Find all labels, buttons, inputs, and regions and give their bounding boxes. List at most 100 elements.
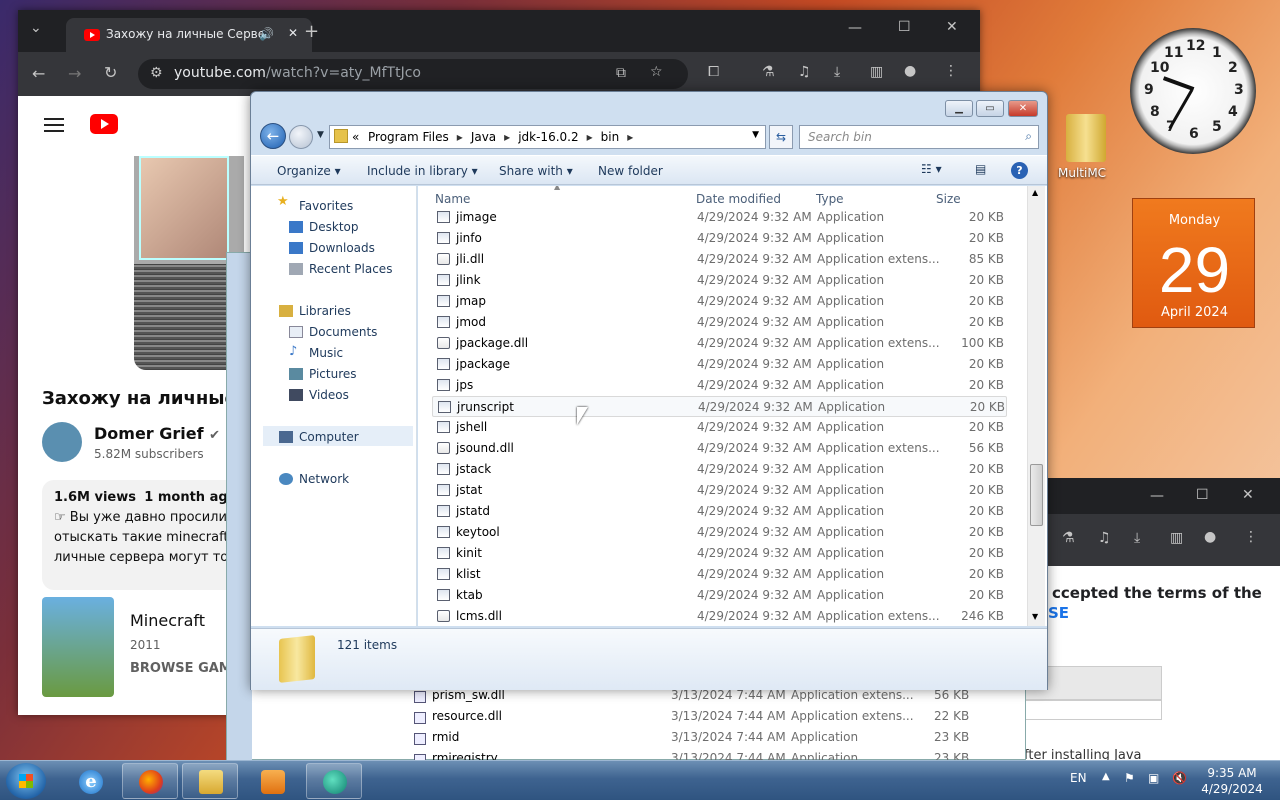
taskbar-firefox[interactable] xyxy=(122,763,178,799)
back-button[interactable]: ← xyxy=(260,123,286,149)
network-tray-icon[interactable]: ▣ xyxy=(1148,771,1159,785)
nav-computer[interactable]: Computer xyxy=(299,430,359,444)
multimc-label[interactable]: MultiMC xyxy=(1058,166,1106,180)
breadcrumb-prefix[interactable]: « xyxy=(352,130,359,144)
nav-network[interactable]: Network xyxy=(299,472,349,486)
tab-close-icon[interactable]: ✕ xyxy=(288,26,298,40)
crumb-program-files[interactable]: Program Files xyxy=(368,130,449,144)
file-row[interactable]: jsound.dll 4/29/2024 9:32 AM Application e… xyxy=(432,438,1007,459)
maximize-icon[interactable]: ☐ xyxy=(898,19,911,35)
hamburger-menu-icon[interactable] xyxy=(44,118,64,132)
refresh-button[interactable]: ⇆ xyxy=(769,125,793,149)
tab-search-icon[interactable]: ⌄ xyxy=(30,20,42,36)
address-bar[interactable]: « Program Files ▸ Java ▸ jdk-16.0.2 ▸ bin ▸ ▼ xyxy=(329,125,766,149)
media-control-icon[interactable]: ♫ xyxy=(1098,530,1111,546)
address-bar[interactable]: ⚙ youtube.com/watch?v=aty_MfTtJco ⧉ ☆ xyxy=(138,59,688,89)
crumb-java[interactable]: Java xyxy=(471,130,496,144)
nav-favorites[interactable]: Favorites xyxy=(299,199,353,213)
file-row[interactable]: jrunscript 4/29/2024 9:32 AM Application 20… xyxy=(432,396,1007,417)
column-size[interactable]: Size xyxy=(936,192,961,206)
channel-avatar[interactable] xyxy=(42,422,82,462)
nav-pictures[interactable]: Pictures xyxy=(309,367,357,381)
nav-documents[interactable]: Documents xyxy=(309,325,377,339)
profile-icon[interactable]: ● xyxy=(1204,529,1216,545)
file-row[interactable]: ktab 4/29/2024 9:32 AM Application 20 KB xyxy=(432,585,1007,606)
crumb-jdk[interactable]: jdk-16.0.2 xyxy=(518,130,578,144)
menu-icon[interactable]: ⋮ xyxy=(944,63,958,79)
forward-icon[interactable]: → xyxy=(68,64,81,83)
file-row[interactable]: jlink 4/29/2024 9:32 AM Application 20 KB xyxy=(432,270,1007,291)
action-center-flag-icon[interactable]: ⚑ xyxy=(1124,771,1135,785)
new-tab-icon[interactable]: + xyxy=(304,21,319,42)
file-row[interactable]: jinfo 4/29/2024 9:32 AM Application 20 KB xyxy=(432,228,1007,249)
channel-name[interactable]: Domer Grief ✔ xyxy=(94,424,220,443)
taskbar-media[interactable] xyxy=(244,763,300,799)
install-app-icon[interactable]: ⧉ xyxy=(616,65,626,81)
file-row[interactable]: keytool 4/29/2024 9:32 AM Application 20 KB xyxy=(432,522,1007,543)
language-indicator[interactable]: EN xyxy=(1070,771,1087,785)
close-window-icon[interactable]: ✕ xyxy=(946,19,958,35)
column-name[interactable]: Name xyxy=(435,192,470,206)
taskbar-explorer[interactable] xyxy=(182,763,238,799)
bookmark-star-icon[interactable]: ☆ xyxy=(650,64,663,80)
search-input[interactable]: Search bin ⌕ xyxy=(799,125,1039,149)
file-row[interactable]: jmap 4/29/2024 9:32 AM Application 20 KB xyxy=(432,291,1007,312)
forward-button[interactable] xyxy=(289,125,313,149)
license-link[interactable]: SE xyxy=(1048,604,1069,622)
chevron-right-icon[interactable]: ▸ xyxy=(587,130,593,144)
back-file-row[interactable]: rmid 3/13/2024 7:44 AM Application 23 KB xyxy=(412,730,1012,751)
nav-music[interactable]: Music xyxy=(309,346,343,360)
minimize-button[interactable]: ▁ xyxy=(945,100,973,117)
start-button[interactable] xyxy=(6,763,46,799)
site-info-icon[interactable]: ⚙ xyxy=(150,65,163,81)
taskbar-ie[interactable]: e xyxy=(62,763,118,799)
browse-game-link[interactable]: BROWSE GAME xyxy=(130,661,241,676)
chevron-right-icon[interactable]: ▸ xyxy=(457,130,463,144)
menu-icon[interactable]: ⋮ xyxy=(1244,529,1258,545)
new-folder-button[interactable]: New folder xyxy=(598,164,663,178)
file-row[interactable]: jpackage.dll 4/29/2024 9:32 AM Application… xyxy=(432,333,1007,354)
labs-icon[interactable]: ⚗ xyxy=(1062,530,1075,546)
file-row[interactable]: jstat 4/29/2024 9:32 AM Application 20 KB xyxy=(432,480,1007,501)
file-row[interactable]: klist 4/29/2024 9:32 AM Application 20 KB xyxy=(432,564,1007,585)
address-dropdown-icon[interactable]: ▼ xyxy=(752,130,759,140)
file-row[interactable]: jpackage 4/29/2024 9:32 AM Application 20 K… xyxy=(432,354,1007,375)
back-file-row[interactable]: resource.dll 3/13/2024 7:44 AM Application… xyxy=(412,709,1012,730)
recent-pages-icon[interactable]: ▼ xyxy=(317,130,324,140)
chevron-right-icon[interactable]: ▸ xyxy=(504,130,510,144)
file-row[interactable]: jshell 4/29/2024 9:32 AM Application 20 KB xyxy=(432,417,1007,438)
file-row[interactable]: jps 4/29/2024 9:32 AM Application 20 KB xyxy=(432,375,1007,396)
file-row[interactable]: kinit 4/29/2024 9:32 AM Application 20 KB xyxy=(432,543,1007,564)
labs-icon[interactable]: ⚗ xyxy=(762,64,775,80)
include-library-button[interactable]: Include in library ▾ xyxy=(367,164,478,178)
search-icon[interactable]: ⌕ xyxy=(1025,129,1032,144)
maximize-icon[interactable]: ☐ xyxy=(1196,487,1209,503)
vertical-scrollbar[interactable]: ▲ ▼ xyxy=(1027,186,1045,626)
file-row[interactable]: jstack 4/29/2024 9:32 AM Application 20 KB xyxy=(432,459,1007,480)
side-panel-icon[interactable]: ▥ xyxy=(870,64,883,80)
system-clock[interactable]: 9:35 AM 4/29/2024 xyxy=(1196,765,1268,797)
nav-videos[interactable]: Videos xyxy=(309,388,349,402)
multimc-folder-icon[interactable] xyxy=(1066,114,1106,162)
view-options-icon[interactable]: ☷ ▾ xyxy=(921,162,942,176)
chevron-right-icon[interactable]: ▸ xyxy=(627,130,633,144)
file-row[interactable]: jimage 4/29/2024 9:32 AM Application 20 KB xyxy=(432,207,1007,228)
nav-downloads[interactable]: Downloads xyxy=(309,241,375,255)
volume-muted-icon[interactable]: 🔇 xyxy=(1172,771,1187,785)
file-row[interactable]: jmod 4/29/2024 9:32 AM Application 20 KB xyxy=(432,312,1007,333)
channel-name-text[interactable]: Domer Grief xyxy=(94,424,204,443)
close-button[interactable]: ✕ xyxy=(1008,100,1038,117)
taskbar-app[interactable] xyxy=(306,763,362,799)
extensions-icon[interactable]: ⧠ xyxy=(708,64,719,80)
file-row[interactable]: lcms.dll 4/29/2024 9:32 AM Application ext… xyxy=(432,606,1007,626)
minecraft-thumbnail[interactable] xyxy=(42,597,114,697)
game-name[interactable]: Minecraft xyxy=(130,611,205,630)
share-with-button[interactable]: Share with ▾ xyxy=(499,164,573,178)
scroll-thumb[interactable] xyxy=(1030,464,1043,526)
nav-recent[interactable]: Recent Places xyxy=(309,262,392,276)
nav-libraries[interactable]: Libraries xyxy=(299,304,351,318)
nav-desktop[interactable]: Desktop xyxy=(309,220,359,234)
help-icon[interactable]: ? xyxy=(1011,162,1028,179)
reload-icon[interactable]: ↻ xyxy=(104,63,117,82)
preview-pane-icon[interactable]: ▤ xyxy=(975,162,986,176)
